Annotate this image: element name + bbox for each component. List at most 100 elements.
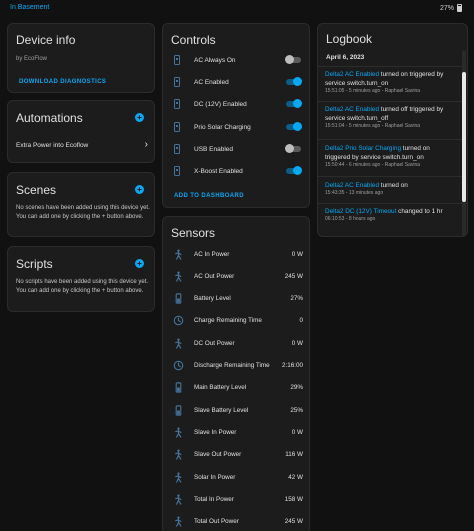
controls-card: Controls AC Always On AC Enabled DC (12V… — [162, 23, 310, 208]
toggle-x-boost-enabled[interactable] — [286, 166, 302, 175]
sensor-label: Battery Level — [194, 295, 231, 303]
sensor-row[interactable]: Battery Level 27% — [171, 292, 303, 306]
scenes-title: Scenes — [16, 183, 57, 197]
scenes-empty-text: No scenes have been added using this dev… — [16, 205, 150, 220]
scripts-title: Scripts — [16, 257, 53, 271]
log-entry: Delta2 Prio Solar Charging turned on trig… — [325, 144, 465, 168]
log-text-line2: service switch.turn_on — [325, 80, 389, 87]
device-manufacturer: by EcoFlow — [16, 56, 48, 62]
toggle-knob — [293, 122, 302, 131]
log-entity-link[interactable]: Delta2 Prio Solar Charging — [325, 145, 401, 152]
sensor-label: DC Out Power — [194, 339, 235, 347]
toggle-dc-enabled[interactable] — [286, 99, 302, 108]
toggle-knob — [293, 77, 302, 86]
log-text: turned off triggered by — [379, 106, 444, 113]
power-plug-icon — [172, 248, 184, 260]
sensor-row[interactable]: Discharge Remaining Time 2:16:00 — [171, 359, 303, 373]
add-automation-icon[interactable]: + — [135, 113, 144, 122]
log-entity-link[interactable]: Delta2 AC Enabled — [325, 182, 379, 189]
sensor-value: 0 W — [291, 428, 303, 436]
log-text: changed to 1 hr — [396, 208, 443, 215]
log-entity-link[interactable]: Delta2 AC Enabled — [325, 106, 379, 113]
breadcrumb-area[interactable]: In Basement — [10, 4, 49, 11]
sensor-value: 27% — [290, 295, 303, 303]
device-icon — [174, 55, 180, 65]
divider — [318, 139, 467, 140]
device-icon — [174, 77, 180, 87]
sensors-card: Sensors AC In Power 0 W AC Out Power 245 W B… — [162, 216, 310, 531]
log-meta: 15:43:35 - 13 minutes ago — [325, 190, 384, 196]
control-row-dc-enabled[interactable]: DC (12V) Enabled — [171, 97, 302, 111]
device-icon — [174, 122, 180, 132]
sensor-row[interactable]: Slave Battery Level 25% — [171, 403, 303, 417]
log-meta: 15:50:44 - 6 minutes ago - Raphael Savin… — [325, 162, 421, 168]
add-to-dashboard-button[interactable]: ADD TO DASHBOARD — [174, 193, 244, 199]
divider — [318, 203, 467, 204]
log-entity-link[interactable]: Delta2 AC Enabled — [325, 71, 379, 78]
power-plug-icon — [172, 270, 184, 282]
sensor-value: 245 W — [284, 272, 303, 280]
toggle-ac-always-on[interactable] — [285, 55, 301, 64]
download-diagnostics-button[interactable]: DOWNLOAD DIAGNOSTICS — [19, 79, 106, 85]
power-plug-icon — [172, 449, 184, 461]
battery-icon — [172, 404, 184, 416]
add-script-icon[interactable]: + — [135, 259, 144, 268]
sensor-row[interactable]: AC In Power 0 W — [171, 247, 303, 261]
automation-item[interactable]: Extra Power into Ecoflow › — [16, 140, 148, 150]
sensor-label: Discharge Remaining Time — [194, 362, 270, 369]
clock-icon — [172, 360, 184, 372]
toggle-knob — [293, 166, 302, 175]
log-entry: Delta2 AC Enabled turned off triggered b… — [325, 105, 465, 129]
log-entry: Delta2 AC Enabled turned on 15:43:35 - 1… — [325, 181, 465, 196]
control-row-ac-enabled[interactable]: AC Enabled — [171, 75, 302, 89]
control-label: DC (12V) Enabled — [194, 100, 247, 108]
toggle-knob — [293, 99, 302, 108]
log-text: turned on triggered by — [379, 71, 444, 78]
device-icon — [174, 166, 180, 176]
divider — [318, 101, 467, 102]
control-row-usb-enabled[interactable]: USB Enabled — [171, 142, 301, 156]
add-scene-icon[interactable]: + — [135, 185, 144, 194]
toggle-ac-enabled[interactable] — [286, 77, 302, 86]
battery-icon — [457, 4, 462, 12]
sensor-row[interactable]: Total Out Power 245 W — [171, 515, 303, 529]
sensor-value: 0 — [299, 317, 303, 325]
sensor-row[interactable]: Total In Power 158 W — [171, 492, 303, 506]
toggle-usb-enabled[interactable] — [285, 144, 301, 153]
control-row-ac-always-on[interactable]: AC Always On — [171, 53, 301, 67]
control-label: USB Enabled — [194, 145, 234, 153]
sensor-label: Slave Battery Level — [194, 406, 249, 414]
power-plug-icon — [172, 493, 184, 505]
sensor-row[interactable]: Main Battery Level 29% — [171, 381, 303, 395]
power-plug-icon — [172, 471, 184, 483]
device-info-card: Device info by EcoFlow DOWNLOAD DIAGNOST… — [7, 23, 155, 93]
control-row-x-boost-enabled[interactable]: X-Boost Enabled — [171, 164, 302, 178]
logbook-card: Logbook April 6, 2023 Delta2 AC Enabled … — [317, 23, 468, 237]
sensor-value: 245 W — [284, 518, 303, 526]
sensor-row[interactable]: Slave In Power 0 W — [171, 425, 303, 439]
sensor-row[interactable]: Charge Remaining Time 0 — [171, 314, 303, 328]
device-info-title: Device info — [16, 33, 76, 47]
sensor-row[interactable]: DC Out Power 0 W — [171, 336, 303, 350]
control-label: AC Enabled — [194, 78, 229, 86]
sensor-label: Total Out Power — [194, 518, 239, 526]
logbook-title: Logbook — [326, 32, 373, 46]
scripts-empty-text: No scripts have been added using this de… — [16, 279, 149, 294]
log-meta: 06:10:53 - 8 hours ago — [325, 216, 376, 222]
chevron-right-icon: › — [144, 139, 148, 150]
sensor-label: Slave Out Power — [194, 451, 242, 459]
sensor-value: 116 W — [285, 451, 303, 459]
sensor-row[interactable]: AC Out Power 245 W — [171, 269, 303, 283]
sensor-row[interactable]: Solar In Power 42 W — [171, 470, 303, 484]
logbook-scrollbar[interactable] — [462, 50, 466, 236]
scrollbar-thumb[interactable] — [462, 72, 466, 202]
log-text: turned on — [379, 182, 408, 189]
toggle-knob — [285, 144, 294, 153]
log-text-line2: triggered by service switch.turn_on — [325, 154, 424, 161]
log-entry: Delta2 DC (12V) Timeout changed to 1 hr … — [325, 207, 465, 222]
sensor-value: 0 W — [291, 250, 303, 258]
toggle-prio-solar-charging[interactable] — [286, 122, 302, 131]
control-row-prio-solar-charging[interactable]: Prio Solar Charging — [171, 120, 302, 134]
log-entity-link[interactable]: Delta2 DC (12V) Timeout — [325, 208, 396, 215]
sensor-row[interactable]: Slave Out Power 116 W — [171, 448, 303, 462]
